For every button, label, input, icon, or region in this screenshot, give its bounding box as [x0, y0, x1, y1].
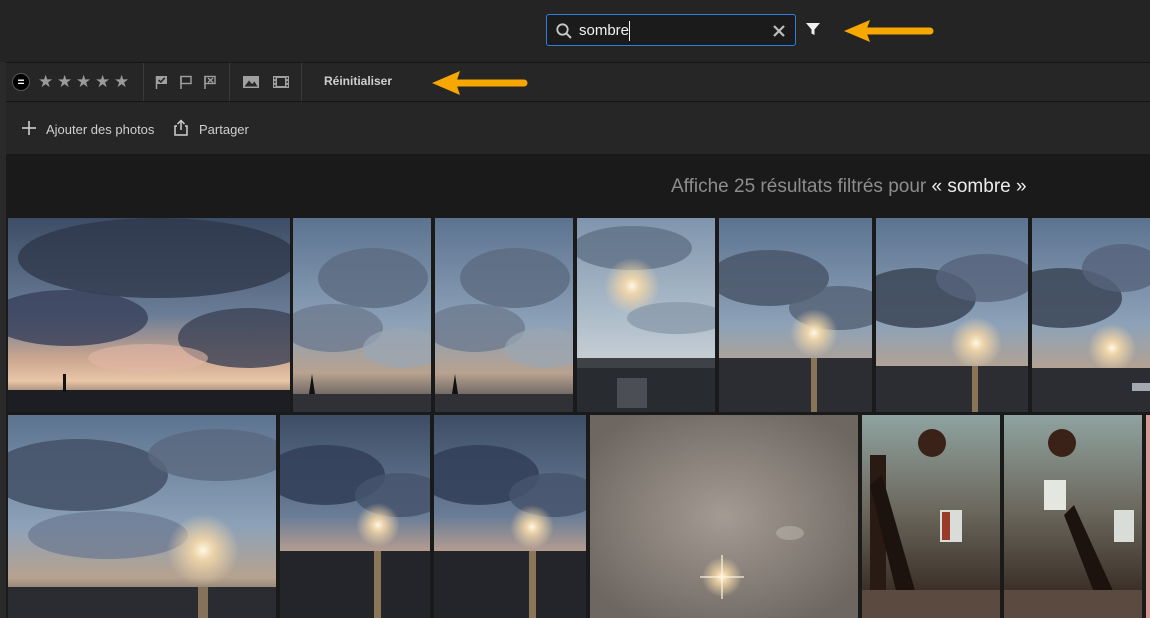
close-icon[interactable] — [771, 23, 787, 39]
photo-thumbnail-3[interactable] — [435, 218, 573, 412]
share-icon — [174, 119, 188, 136]
filter-bar: = ★ ★ ★ ★ ★ Réinitialiser — [6, 62, 1150, 102]
annotation-arrow — [844, 20, 934, 42]
star-1-button[interactable]: ★ — [38, 72, 53, 92]
plus-icon — [22, 121, 36, 135]
photo-thumbnail-7[interactable] — [1032, 218, 1150, 412]
rating-operator-button[interactable]: = — [12, 73, 30, 91]
reset-filters-button[interactable]: Réinitialiser — [324, 74, 392, 88]
star-3-button[interactable]: ★ — [76, 72, 91, 92]
add-photos-label: Ajouter des photos — [46, 122, 155, 137]
flag-rejected-icon[interactable] — [202, 74, 218, 90]
results-summary: Affiche 25 résultats filtrés pour « somb… — [671, 176, 1027, 198]
rating-filter-group: = ★ ★ ★ ★ ★ — [6, 63, 144, 101]
photo-thumbnail-13[interactable] — [1004, 415, 1142, 618]
media-type-filter-group — [230, 63, 302, 101]
text-caret — [629, 21, 630, 41]
annotation-arrow — [432, 71, 528, 95]
photo-thumbnail-10[interactable] — [434, 415, 586, 618]
photo-icon[interactable] — [242, 74, 260, 90]
photo-thumbnail-4[interactable] — [577, 218, 715, 412]
flag-unflagged-icon[interactable] — [178, 74, 194, 90]
filter-icon[interactable] — [804, 20, 822, 38]
flag-filter-group — [144, 63, 230, 101]
photo-thumbnail-6[interactable] — [876, 218, 1028, 412]
search-field[interactable]: sombre — [546, 14, 796, 46]
photo-thumbnail-8[interactable] — [8, 415, 276, 618]
star-4-button[interactable]: ★ — [95, 72, 110, 92]
video-icon[interactable] — [272, 74, 290, 90]
photo-thumbnail-14-partial[interactable] — [1146, 415, 1150, 618]
photo-thumbnail-5[interactable] — [719, 218, 872, 412]
share-label: Partager — [199, 122, 249, 137]
search-icon — [556, 23, 572, 39]
flag-picked-icon[interactable] — [154, 74, 170, 90]
star-2-button[interactable]: ★ — [57, 72, 72, 92]
photo-thumbnail-11[interactable] — [590, 415, 858, 618]
results-term: « sombre » — [931, 176, 1027, 197]
photo-thumbnail-9[interactable] — [280, 415, 430, 618]
top-bar: sombre — [0, 0, 1150, 62]
star-5-button[interactable]: ★ — [114, 72, 129, 92]
search-input[interactable]: sombre — [579, 22, 629, 40]
photo-thumbnail-1[interactable] — [8, 218, 290, 412]
action-bar: Ajouter des photos Partager — [6, 102, 1150, 154]
photo-thumbnail-2[interactable] — [293, 218, 431, 412]
photo-thumbnail-12[interactable] — [862, 415, 1000, 618]
results-prefix: Affiche 25 résultats filtrés pour — [671, 176, 927, 197]
